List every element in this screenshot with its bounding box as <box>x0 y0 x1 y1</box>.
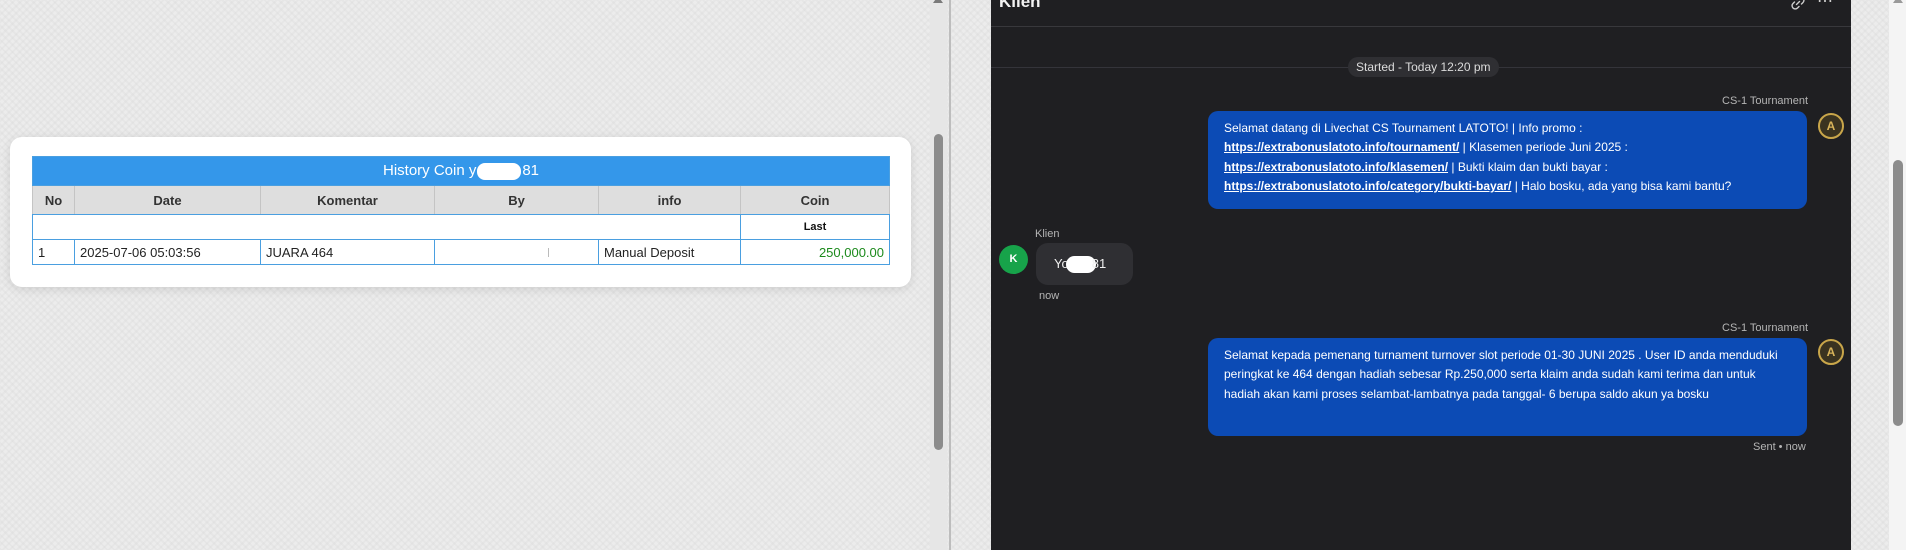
agent-avatar-icon: A <box>1818 113 1844 139</box>
redaction-mark <box>477 162 522 180</box>
klasemen-link[interactable]: https://extrabonuslatoto.info/klasemen/ <box>1224 160 1448 174</box>
history-header-row: No Date Komentar By info Coin <box>32 185 891 215</box>
agent-avatar-icon: A <box>1818 339 1844 365</box>
agent-message-1: Selamat datang di Livechat CS Tournament… <box>1208 111 1807 209</box>
left-scrollbar-thumb[interactable] <box>934 134 943 450</box>
history-title-suffix: 81 <box>522 162 540 180</box>
cell-date: 2025-07-06 05:03:56 <box>74 239 261 265</box>
cell-coin: 250,000.00 <box>739 239 891 265</box>
client-message-time: now <box>1039 290 1060 302</box>
msg1-text-3: | Bukti klaim dan bukti bayar : <box>1448 159 1608 174</box>
link-icon[interactable] <box>1791 0 1805 13</box>
history-title-prefix: History Coin y <box>382 162 477 180</box>
chat-title: Klien <box>999 0 1041 11</box>
last-label: Last <box>739 214 891 240</box>
msg1-text-2: | Klasemen periode Juni 2025 : <box>1459 140 1628 155</box>
client-name: Klien <box>1035 228 1060 240</box>
panel-divider[interactable] <box>949 0 951 550</box>
chat-header: Klien ⋯ <box>991 0 1851 27</box>
history-card: History Coin y 81 No Date Komentar By inf… <box>10 137 911 287</box>
left-scrollbar[interactable] <box>930 0 947 550</box>
col-header-date[interactable]: Date <box>74 185 261 215</box>
message-status: Sent • now <box>1753 441 1806 453</box>
cell-info: Manual Deposit <box>598 239 741 265</box>
client-message: Yo 81 <box>1036 243 1133 285</box>
chat-panel: Klien ⋯ Started - Today 12:20 pm CS-1 To… <box>991 0 1851 550</box>
history-table: History Coin y 81 No Date Komentar By inf… <box>31 156 891 265</box>
table-row: 1 2025-07-06 05:03:56 JUARA 464 Manual D… <box>32 239 891 265</box>
sender-label: CS-1 Tournament <box>1722 322 1809 334</box>
history-last-row: Last <box>32 214 891 240</box>
client-avatar: K <box>999 245 1028 274</box>
sender-label: CS-1 Tournament <box>1722 95 1809 107</box>
scroll-up-arrow-icon[interactable] <box>933 0 943 3</box>
history-title: History Coin y 81 <box>31 156 891 186</box>
tournament-link[interactable]: https://extrabonuslatoto.info/tournament… <box>1224 140 1459 154</box>
col-header-no[interactable]: No <box>32 185 75 215</box>
cell-no: 1 <box>32 239 75 265</box>
client-msg-suffix: 81 <box>1091 256 1107 271</box>
last-row-spacer <box>32 214 741 240</box>
by-marker <box>548 248 549 257</box>
cell-komentar: JUARA 464 <box>260 239 435 265</box>
bukti-bayar-link[interactable]: https://extrabonuslatoto.info/category/b… <box>1224 179 1511 193</box>
msg1-text-1: Selamat datang di Livechat CS Tournament… <box>1224 121 1583 135</box>
cell-by <box>434 239 599 265</box>
col-header-komentar[interactable]: Komentar <box>260 185 435 215</box>
scroll-up-arrow-icon[interactable] <box>1893 0 1903 3</box>
agent-message-2: Selamat kepada pemenang turnament turnov… <box>1208 338 1807 436</box>
conversation-started: Started - Today 12:20 pm <box>1348 57 1499 77</box>
col-header-info[interactable]: info <box>598 185 741 215</box>
col-header-coin[interactable]: Coin <box>739 185 891 215</box>
more-icon[interactable]: ⋯ <box>1817 0 1834 11</box>
right-scrollbar-thumb[interactable] <box>1893 160 1903 426</box>
col-header-by[interactable]: By <box>434 185 599 215</box>
msg1-text-4: | Halo bosku, ada yang bisa kami bantu? <box>1511 179 1732 194</box>
right-scrollbar[interactable] <box>1889 0 1906 550</box>
